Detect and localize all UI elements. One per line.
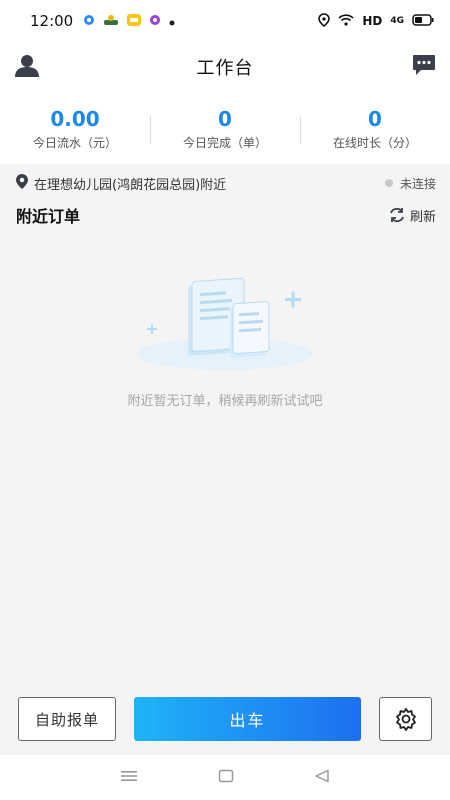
status-time: 12:00 bbox=[30, 12, 74, 30]
stats-panel: 0.00 今日流水（元） 0 今日完成（单） 0 在线时长（分） bbox=[0, 92, 450, 164]
bottom-actions: 自助报单 出车 bbox=[0, 695, 450, 745]
app-notification-icon bbox=[149, 12, 161, 30]
network-label: HD bbox=[362, 14, 383, 28]
empty-orders-illustration bbox=[130, 276, 320, 376]
more-notifications-icon bbox=[169, 12, 175, 30]
empty-orders-message: 附近暂无订单，稍候再刷新试试吧 bbox=[127, 394, 323, 409]
depart-button[interactable]: 出车 bbox=[134, 697, 361, 741]
settings-button[interactable] bbox=[379, 697, 432, 741]
stat-label: 今日流水（元） bbox=[32, 135, 117, 150]
stat-value: 0 bbox=[368, 106, 382, 131]
stat-label: 在线时长（分） bbox=[332, 135, 417, 150]
self-report-button[interactable]: 自助报单 bbox=[18, 697, 116, 741]
gear-icon bbox=[395, 708, 416, 731]
app-notification-icon bbox=[83, 12, 95, 30]
page-title: 工作台 bbox=[196, 58, 254, 79]
stat-today-completed: 0 今日完成（单） bbox=[150, 106, 300, 151]
connection-dot-icon bbox=[384, 179, 393, 187]
current-location: 在理想幼儿园(鸿朗花园总园)附近 bbox=[34, 177, 227, 193]
menu-nav-icon[interactable] bbox=[120, 768, 138, 787]
message-icon[interactable] bbox=[412, 54, 436, 80]
signal-label: 4G bbox=[390, 16, 404, 26]
connection-status-label: 未连接 bbox=[399, 176, 436, 191]
user-profile-icon[interactable] bbox=[14, 54, 40, 82]
refresh-button[interactable]: 刷新 bbox=[389, 206, 436, 225]
back-nav-icon[interactable] bbox=[314, 768, 330, 787]
wifi-icon bbox=[338, 13, 354, 29]
location-icon bbox=[318, 12, 331, 30]
stat-label: 今日完成（单） bbox=[182, 135, 267, 150]
nearby-orders-title: 附近订单 bbox=[16, 207, 81, 226]
app-notification-icon bbox=[127, 12, 142, 30]
location-row: 在理想幼儿园(鸿朗花园总园)附近 未连接 bbox=[16, 172, 436, 194]
location-pin-icon bbox=[16, 173, 28, 193]
stat-value: 0.00 bbox=[50, 106, 100, 131]
refresh-icon bbox=[390, 207, 404, 223]
stat-value: 0 bbox=[218, 106, 232, 131]
orders-header: 附近订单 刷新 bbox=[16, 202, 436, 228]
app-header: 工作台 bbox=[0, 42, 450, 92]
app-notification-icon bbox=[103, 12, 119, 30]
refresh-label: 刷新 bbox=[409, 209, 436, 225]
home-nav-icon[interactable] bbox=[218, 768, 234, 787]
status-bar: 12:00 HD 4G bbox=[0, 0, 450, 42]
system-nav-bar bbox=[0, 755, 450, 800]
connection-status: 未连接 bbox=[384, 175, 436, 192]
stat-today-revenue: 0.00 今日流水（元） bbox=[0, 106, 150, 151]
stat-online-duration: 0 在线时长（分） bbox=[300, 106, 450, 151]
battery-icon bbox=[412, 13, 434, 29]
